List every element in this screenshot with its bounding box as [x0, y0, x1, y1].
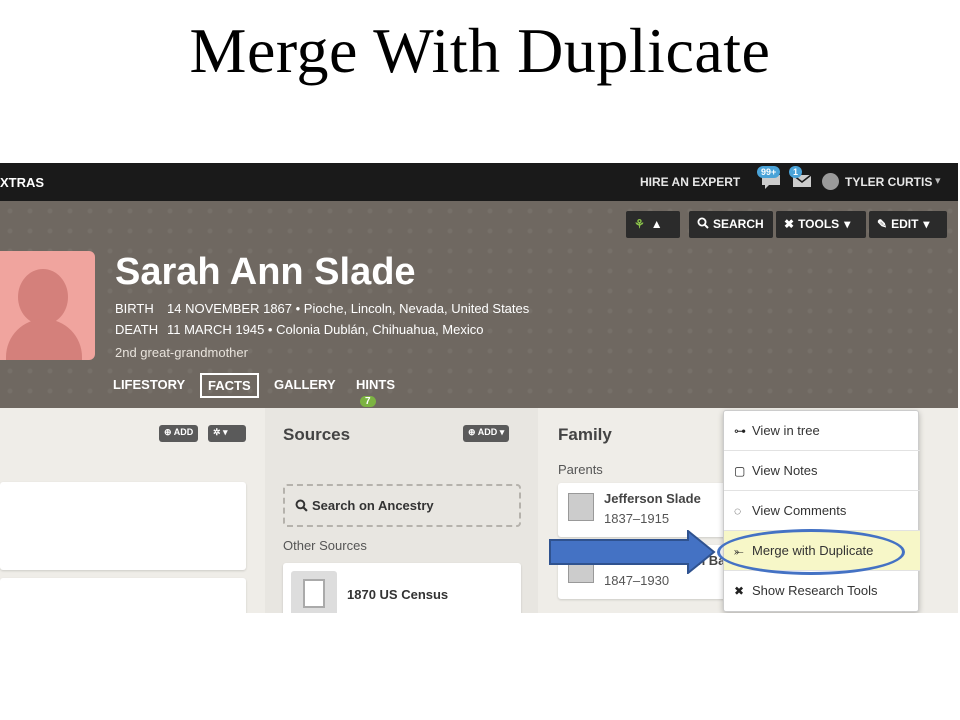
mail-badge: 1	[789, 166, 803, 178]
source-name: 1870 US Census	[347, 587, 449, 602]
parents-label: Parents	[558, 462, 603, 477]
menu-item-show-research-tools[interactable]: ✖ Show Research Tools	[724, 571, 920, 611]
birth-label: BIRTH	[115, 301, 154, 316]
tab-hints[interactable]: HINTS 7	[356, 373, 395, 411]
top-nav-bar: XTRAS HIRE AN EXPERT 99+ 1 TYLER CURTIS …	[0, 163, 958, 201]
slide-title: Merge With Duplicate	[189, 15, 771, 86]
death-value: 11 MARCH 1945 • Colonia Dublán, Chihuahu…	[167, 322, 484, 337]
research-tools-icon: ✖	[734, 584, 745, 598]
facts-column: ⊕ ADD ✲ ▾	[0, 408, 265, 613]
warning-icon: ▲	[650, 217, 663, 231]
user-avatar[interactable]	[822, 173, 839, 190]
person-header: Sarah Ann Slade BIRTH 14 NOVEMBER 1867 • …	[0, 201, 958, 408]
parent-name: Jefferson Slade	[604, 491, 701, 506]
birth-value: 14 NOVEMBER 1867 • Pioche, Lincoln, Neva…	[167, 301, 530, 316]
parent-photo	[568, 493, 594, 521]
edit-button[interactable]: ✎ EDIT ▾	[869, 211, 947, 238]
wrench-icon: ✖	[784, 217, 795, 231]
fact-card[interactable]	[0, 578, 246, 613]
menu-item-view-comments[interactable]: ◌ View Comments	[724, 491, 920, 531]
facts-add-button[interactable]: ⊕ ADD	[159, 425, 199, 442]
family-title: Family	[558, 425, 612, 444]
death-fact: DEATH 11 MARCH 1945 • Colonia Dublán, Chi…	[115, 322, 483, 337]
comments-icon: ◌	[734, 504, 742, 518]
silhouette-head	[18, 269, 68, 325]
parent-years: 1837–1915	[604, 511, 670, 526]
menu-item-view-in-tree[interactable]: ⊶ View in tree	[724, 411, 920, 451]
menu-item-label: View Notes	[752, 463, 818, 478]
sources-column: Sources ⊕ ADD ▾ Search on Ancestry Other…	[265, 408, 538, 613]
person-portrait-placeholder[interactable]	[0, 251, 95, 360]
tab-facts[interactable]: FACTS	[200, 373, 259, 398]
facts-settings-button[interactable]: ✲ ▾	[208, 425, 246, 442]
tab-gallery[interactable]: GALLERY	[274, 373, 336, 396]
tab-hints-label: HINTS	[356, 377, 395, 392]
tools-button[interactable]: ✖ TOOLS ▾	[776, 211, 866, 238]
fact-card[interactable]	[0, 482, 246, 570]
screenshot-area: XTRAS HIRE AN EXPERT 99+ 1 TYLER CURTIS …	[0, 163, 958, 613]
menu-item-label: View in tree	[752, 423, 820, 438]
tools-button-label: TOOLS	[798, 217, 840, 231]
document-icon	[291, 571, 337, 613]
notifications-badge: 99+	[757, 166, 781, 178]
hints-alert-button[interactable]: ⚘ ▲	[626, 211, 680, 238]
search-on-ancestry-label: Search on Ancestry	[312, 498, 434, 513]
relationship-label: 2nd great-grandmother	[115, 345, 248, 360]
search-icon	[697, 217, 709, 229]
person-name: Sarah Ann Slade	[115, 251, 416, 293]
nav-extras-link[interactable]: XTRAS	[0, 175, 44, 190]
silhouette-shoulders	[6, 319, 82, 360]
search-icon	[295, 499, 308, 512]
sources-add-button[interactable]: ⊕ ADD ▾	[463, 425, 510, 442]
birth-fact: BIRTH 14 NOVEMBER 1867 • Pioche, Lincoln,…	[115, 301, 529, 316]
pencil-icon: ✎	[877, 217, 888, 231]
chevron-down-icon: ▾	[923, 217, 930, 231]
chevron-down-icon[interactable]: ▾	[935, 174, 941, 187]
cactus-icon: ⚘	[634, 217, 645, 231]
user-menu-name[interactable]: TYLER CURTIS	[845, 175, 932, 189]
tools-dropdown-menu: ⊶ View in tree ▢ View Notes ◌ View Comments…	[723, 410, 920, 612]
highlight-oval	[717, 529, 905, 575]
hints-count-badge: 7	[360, 396, 376, 407]
parent-years: 1847–1930	[604, 573, 670, 588]
search-on-ancestry-button[interactable]: Search on Ancestry	[283, 484, 521, 527]
source-card[interactable]: 1870 US Census	[283, 563, 521, 613]
tab-lifestory[interactable]: LIFESTORY	[113, 373, 185, 396]
search-button-label: SEARCH	[713, 217, 764, 231]
gear-icon: ✲ ▾	[213, 427, 228, 437]
menu-item-label: View Comments	[752, 503, 847, 518]
callout-arrow	[549, 530, 716, 574]
chevron-down-icon: ▾	[844, 217, 851, 231]
search-button[interactable]: SEARCH	[689, 211, 773, 238]
hire-expert-link[interactable]: HIRE AN EXPERT	[640, 175, 740, 189]
facts-add-label: ADD	[173, 427, 194, 437]
menu-item-label: Show Research Tools	[752, 583, 878, 598]
menu-item-view-notes[interactable]: ▢ View Notes	[724, 451, 920, 491]
tree-icon: ⊶	[734, 424, 746, 438]
sources-title: Sources	[283, 425, 351, 444]
edit-button-label: EDIT	[891, 217, 919, 231]
notes-icon: ▢	[734, 464, 746, 478]
other-sources-label: Other Sources	[283, 538, 367, 553]
death-label: DEATH	[115, 322, 159, 337]
sources-add-label: ADD	[477, 427, 498, 437]
